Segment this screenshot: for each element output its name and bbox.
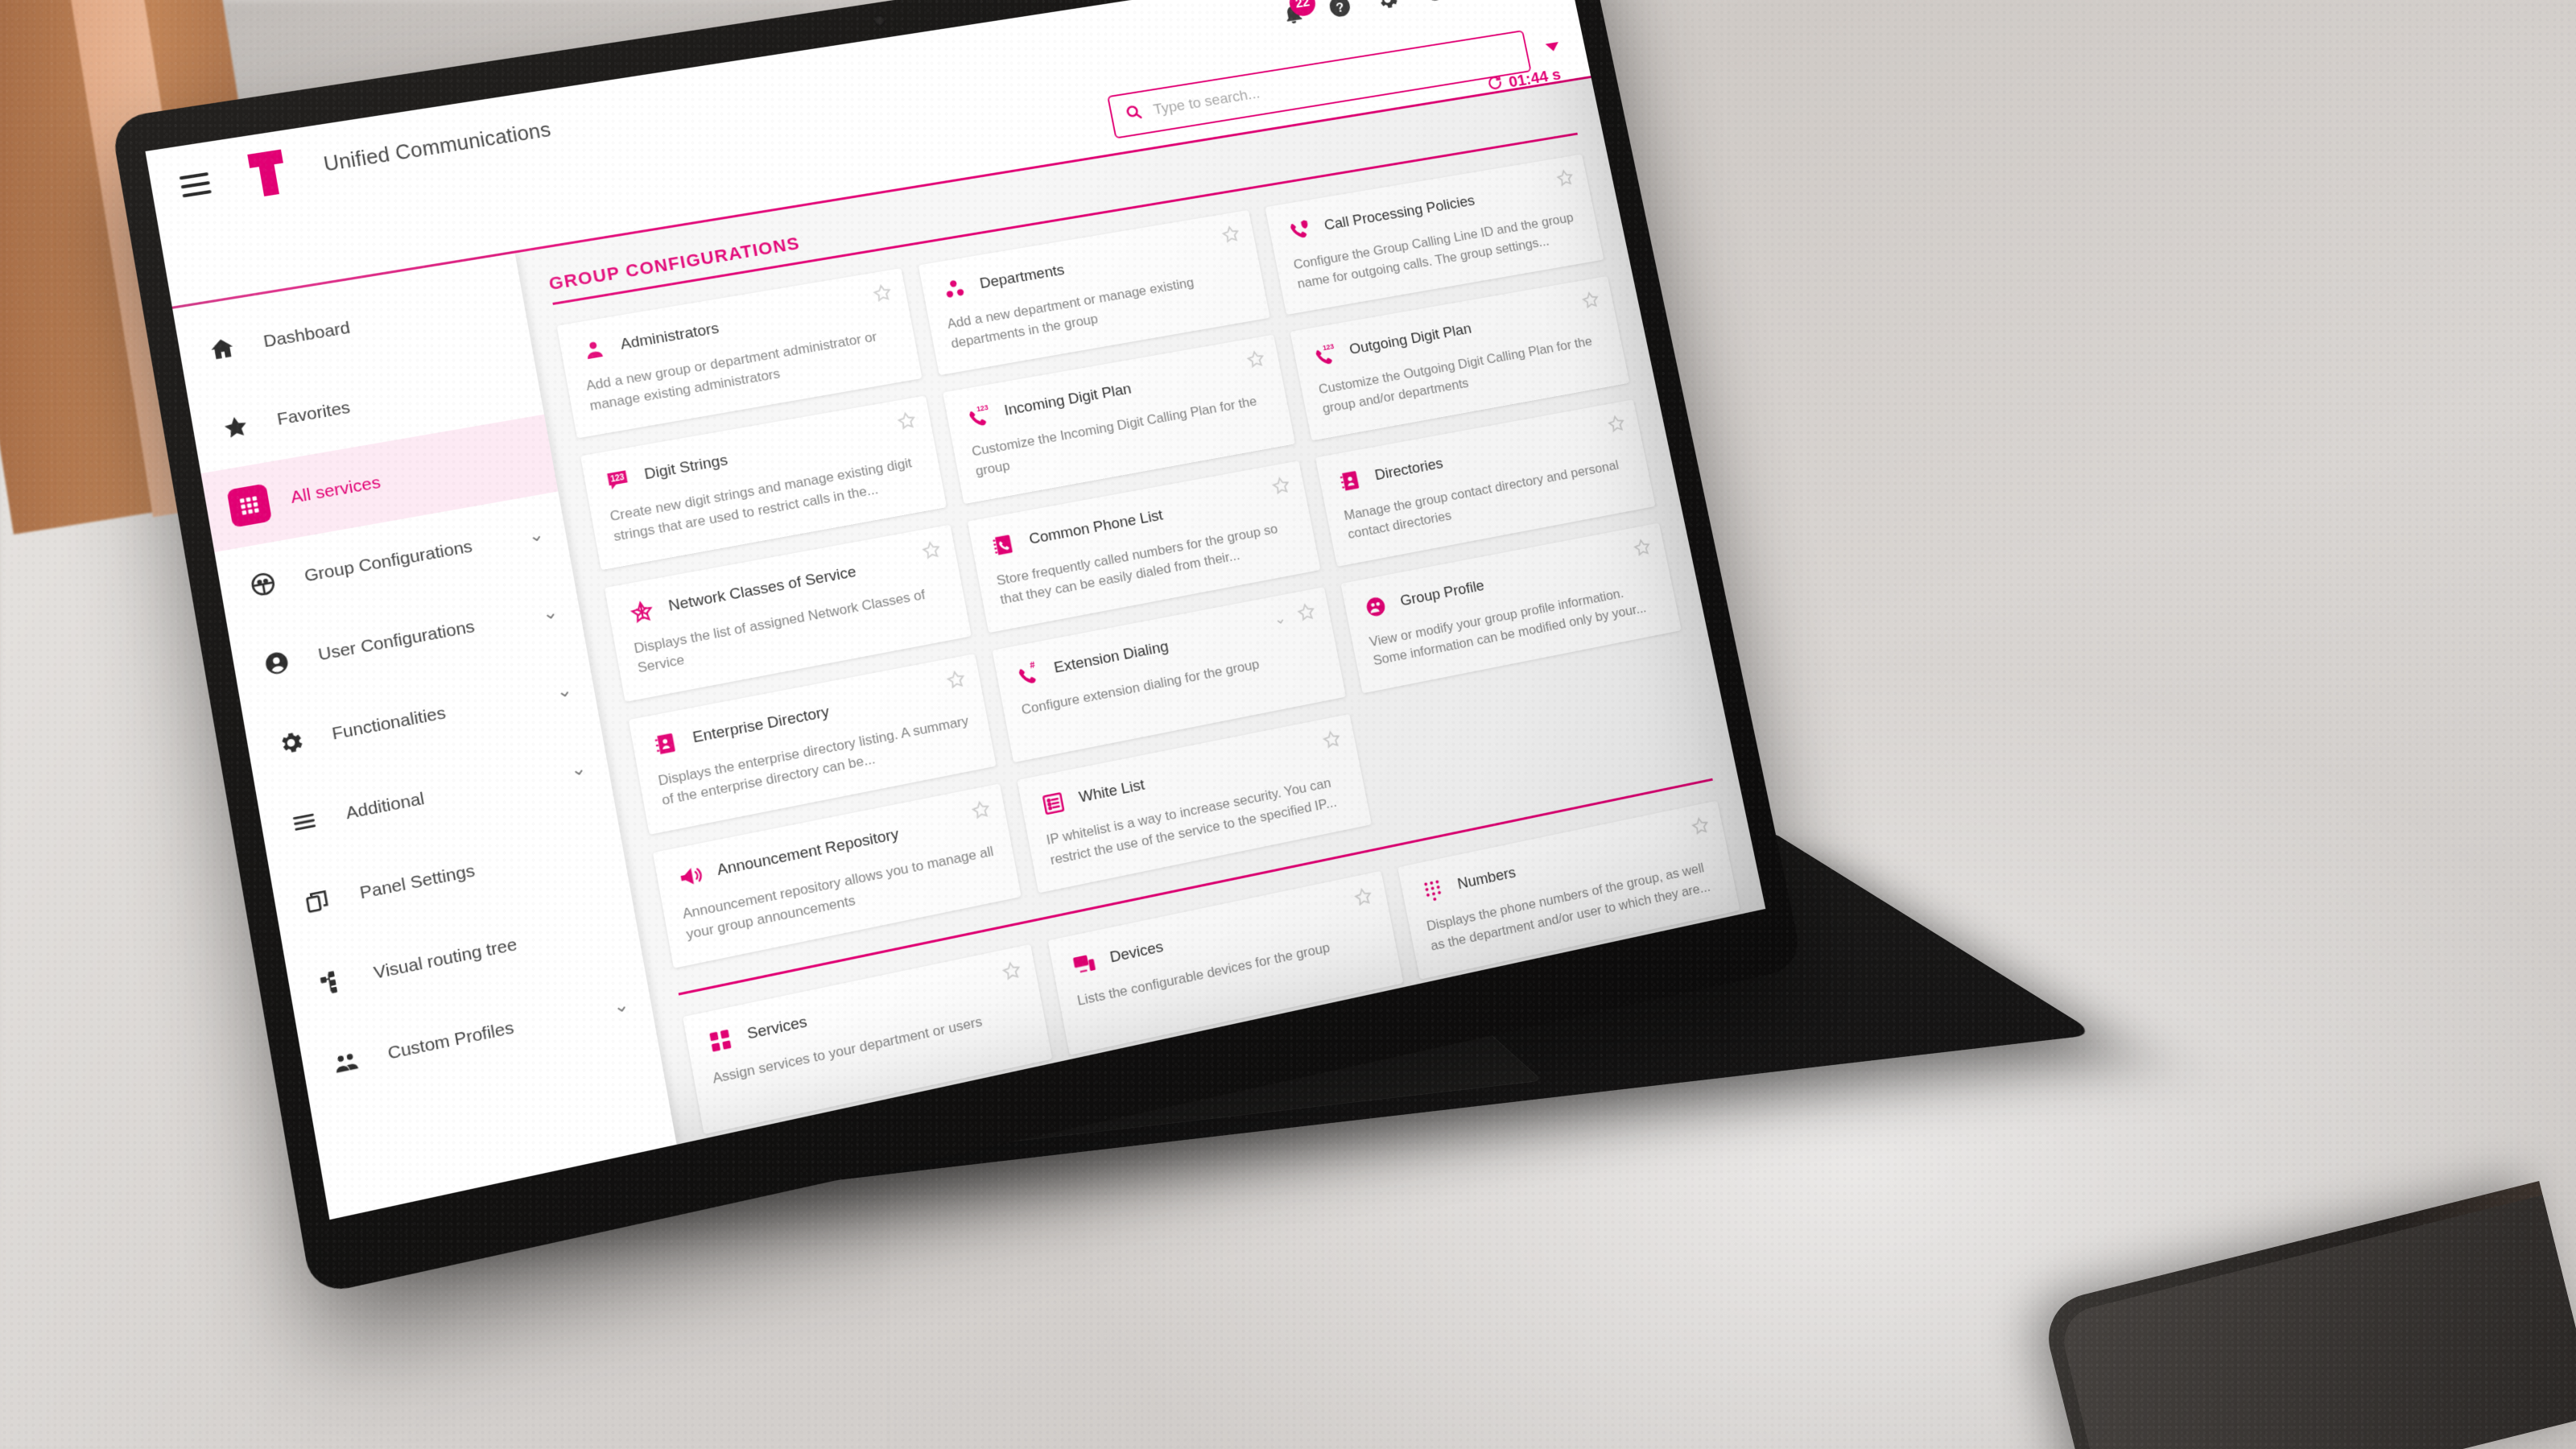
star-icon[interactable] bbox=[999, 959, 1024, 988]
star-icon[interactable] bbox=[894, 409, 919, 436]
svg-text:123: 123 bbox=[976, 403, 989, 413]
white-list-icon bbox=[1038, 787, 1070, 819]
sidebar-item-label: Visual routing tree bbox=[372, 935, 519, 984]
card-title: Numbers bbox=[1455, 864, 1517, 894]
star-icon[interactable] bbox=[919, 538, 944, 565]
power-icon[interactable] bbox=[1419, 0, 1449, 6]
star-icon bbox=[213, 405, 259, 449]
star-icon[interactable] bbox=[1219, 223, 1243, 250]
sidebar-item-label: Additional bbox=[344, 789, 426, 824]
status-icon bbox=[1094, 1080, 1126, 1113]
sidebar-item-label: Custom Profiles bbox=[386, 1018, 516, 1063]
grid-tile-icon bbox=[226, 483, 273, 528]
t-mobile-logo bbox=[233, 147, 303, 200]
sidebar-item-label: Functionalities bbox=[330, 703, 448, 744]
sidebar-item-label: Panel Settings bbox=[358, 861, 477, 903]
star-icon[interactable] bbox=[1294, 600, 1319, 627]
card-title: Outgoing Digit Plan bbox=[1348, 320, 1473, 359]
star-icon[interactable] bbox=[1025, 1091, 1050, 1120]
card-title: Extension Dialing bbox=[1052, 638, 1170, 677]
card-title: Departments bbox=[978, 262, 1066, 293]
group-icon bbox=[240, 562, 286, 607]
directories-icon bbox=[1335, 465, 1365, 496]
card-title: Directories bbox=[1373, 455, 1445, 484]
numbers-icon bbox=[1418, 874, 1449, 906]
photo-scene: MacBook Pro Q W E R T Y U I O P A S D F … bbox=[0, 0, 2576, 1449]
chevron-down-icon[interactable]: ⌄ bbox=[526, 523, 545, 546]
list-lines-icon bbox=[282, 799, 328, 845]
card-title: White List bbox=[1077, 776, 1146, 807]
bell-icon[interactable]: 22 bbox=[1278, 0, 1318, 29]
outgoing-digit-icon: 123 bbox=[1310, 340, 1340, 370]
sidebar-item-label: Dashboard bbox=[262, 318, 352, 352]
sidebar-item-label: All services bbox=[289, 473, 382, 508]
card-title: Status bbox=[1133, 1071, 1180, 1099]
announcement-icon bbox=[674, 860, 707, 893]
network-class-icon bbox=[625, 595, 658, 627]
smartphone bbox=[2039, 1181, 2576, 1449]
help-circle-icon[interactable]: ? bbox=[1325, 0, 1356, 21]
card-title: Digit Strings bbox=[642, 452, 729, 484]
home-icon bbox=[200, 328, 246, 371]
star-icon[interactable] bbox=[870, 281, 895, 308]
webcam-icon bbox=[873, 14, 886, 27]
search-icon bbox=[1123, 101, 1146, 126]
star-icon[interactable] bbox=[1579, 289, 1603, 315]
user-circle-icon bbox=[254, 641, 299, 686]
chevron-down-icon[interactable]: ⌄ bbox=[612, 993, 631, 1018]
admin-icon bbox=[577, 334, 610, 365]
chevron-down-icon[interactable]: ⌄ bbox=[541, 601, 559, 625]
card-title: Incoming Digit Plan bbox=[1002, 381, 1133, 420]
chevron-down-icon[interactable]: ⌄ bbox=[555, 679, 574, 702]
sidebar-item-label: Group Configurations bbox=[303, 537, 474, 586]
star-icon[interactable] bbox=[943, 667, 968, 696]
extension-dialing-icon: # bbox=[1013, 658, 1045, 690]
digit-strings-icon: 123 bbox=[601, 464, 634, 497]
people-icon bbox=[323, 1039, 369, 1086]
call-shield-icon bbox=[1285, 216, 1315, 246]
hamburger-menu-icon[interactable] bbox=[179, 171, 212, 198]
star-icon[interactable] bbox=[1631, 535, 1654, 562]
star-icon[interactable] bbox=[1269, 473, 1293, 500]
star-icon[interactable] bbox=[1352, 885, 1376, 913]
star-icon[interactable] bbox=[968, 798, 993, 826]
smartphone-screen bbox=[2057, 1195, 2576, 1449]
gear-icon bbox=[267, 720, 313, 765]
star-icon[interactable] bbox=[1605, 412, 1629, 439]
star-icon[interactable] bbox=[1320, 728, 1344, 755]
group-profile-icon bbox=[1360, 591, 1391, 622]
services-icon bbox=[704, 1024, 737, 1058]
phone-book-icon bbox=[988, 529, 1019, 560]
sidebar-item-label: User Configurations bbox=[316, 617, 477, 665]
panels-icon bbox=[295, 879, 341, 925]
incoming-digit-icon: 123 bbox=[963, 401, 994, 432]
gear-icon[interactable] bbox=[1372, 0, 1402, 14]
star-icon[interactable] bbox=[1377, 1014, 1402, 1042]
sitemap-icon bbox=[309, 959, 355, 1005]
card-title: Enterprise Directory bbox=[691, 703, 831, 747]
departments-icon bbox=[939, 274, 970, 304]
star-icon[interactable] bbox=[1689, 814, 1713, 841]
svg-text:123: 123 bbox=[1322, 342, 1335, 352]
chevron-down-icon[interactable]: ⌄ bbox=[569, 757, 588, 780]
card-title: Devices bbox=[1108, 939, 1165, 967]
main-content: GROUP CONFIGURATIONS Administrators Add … bbox=[515, 78, 1766, 1145]
avatar[interactable] bbox=[1499, 0, 1549, 2]
card-title: Services bbox=[745, 1013, 809, 1044]
refresh-icon bbox=[1485, 73, 1505, 97]
svg-text:#: # bbox=[1029, 661, 1036, 671]
card-title: Administrators bbox=[619, 320, 720, 353]
card-title: Common Phone List bbox=[1027, 506, 1165, 548]
star-icon[interactable] bbox=[1554, 167, 1577, 192]
enterprise-directory-icon bbox=[650, 727, 683, 760]
card-title: Group Profile bbox=[1398, 577, 1486, 610]
sidebar-item-label: Favorites bbox=[275, 398, 352, 430]
app-title: Unified Communications bbox=[321, 118, 553, 176]
chevron-down-icon[interactable] bbox=[1545, 41, 1560, 52]
devices-icon bbox=[1068, 947, 1100, 980]
star-icon[interactable] bbox=[1244, 348, 1268, 374]
laptop-lid: Unified Communications 22 ? Type to sear… bbox=[109, 0, 1804, 1296]
